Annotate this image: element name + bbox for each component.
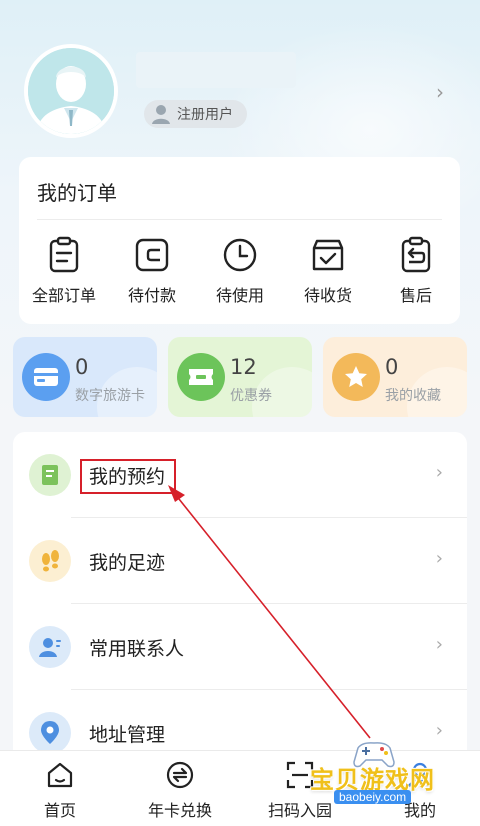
menu-label-address: 地址管理 (89, 724, 166, 746)
contacts-icon (29, 626, 71, 668)
user-type-badge: 注册用户 (144, 100, 247, 128)
order-to-use-label: 待使用 (215, 286, 264, 305)
menu-label-contacts: 常用联系人 (89, 638, 185, 660)
return-icon (401, 236, 431, 273)
order-to-receive-button[interactable]: 待收货 (290, 235, 366, 306)
chevron-right-icon: › (435, 548, 443, 569)
tab-home-label: 首页 (43, 801, 76, 820)
chevron-right-icon: › (435, 462, 443, 483)
tab-home[interactable]: 首页 (12, 759, 108, 821)
order-to-receive-label: 待收货 (303, 286, 352, 305)
coupons-count: 12 (230, 355, 257, 379)
avatar[interactable] (24, 44, 118, 138)
home-icon (47, 762, 73, 788)
order-after-sales-label: 售后 (399, 286, 432, 305)
tab-card-exchange[interactable]: 年卡兑换 (132, 759, 228, 821)
ticket-icon (177, 353, 225, 401)
travel-card-stat[interactable]: 0 数字旅游卡 (13, 337, 157, 417)
reservation-icon (29, 454, 71, 496)
footprint-icon (29, 540, 71, 582)
favorites-count: 0 (385, 355, 399, 379)
coupons-label: 优惠券 (230, 388, 272, 404)
star-icon (332, 353, 380, 401)
card-icon (22, 353, 70, 401)
coupons-stat[interactable]: 12 优惠券 (168, 337, 312, 417)
order-all-button[interactable]: 全部订单 (26, 235, 102, 306)
username-placeholder (136, 52, 296, 88)
exchange-icon (166, 761, 194, 789)
clipboard-icon (49, 236, 79, 273)
wallet-icon (135, 238, 169, 272)
chevron-right-icon: › (435, 634, 443, 655)
travel-card-count: 0 (75, 355, 89, 379)
avatar-person-icon (28, 48, 114, 134)
box-check-icon (312, 239, 344, 271)
profile-chevron-right-icon[interactable]: › (436, 80, 444, 104)
order-pending-payment-button[interactable]: 待付款 (114, 235, 190, 306)
tab-card-exchange-label: 年卡兑换 (147, 801, 212, 820)
favorites-label: 我的收藏 (385, 388, 441, 404)
menu-item-footprints[interactable]: 我的足迹 › (13, 518, 467, 604)
orders-card: 我的订单 全部订单 待付款 待使用 待收货 售后 (19, 157, 460, 324)
annotation-highlight-box (80, 459, 176, 494)
user-icon (152, 105, 170, 124)
order-after-sales-button[interactable]: 售后 (378, 235, 454, 306)
order-to-use-button[interactable]: 待使用 (202, 235, 278, 306)
travel-card-label: 数字旅游卡 (75, 388, 145, 404)
menu-label-footprints: 我的足迹 (89, 552, 166, 574)
order-all-label: 全部订单 (31, 286, 96, 305)
location-icon (29, 712, 71, 754)
divider (37, 219, 442, 220)
favorites-stat[interactable]: 0 我的收藏 (323, 337, 467, 417)
orders-title: 我的订单 (37, 181, 117, 205)
menu-item-contacts[interactable]: 常用联系人 › (13, 604, 467, 690)
watermark-url: baobeiy.com (334, 790, 412, 804)
order-pending-payment-label: 待付款 (127, 286, 176, 305)
clock-icon (223, 238, 257, 272)
user-type-label: 注册用户 (177, 107, 233, 123)
watermark: 宝贝游戏网 baobeiy.com (300, 732, 475, 822)
